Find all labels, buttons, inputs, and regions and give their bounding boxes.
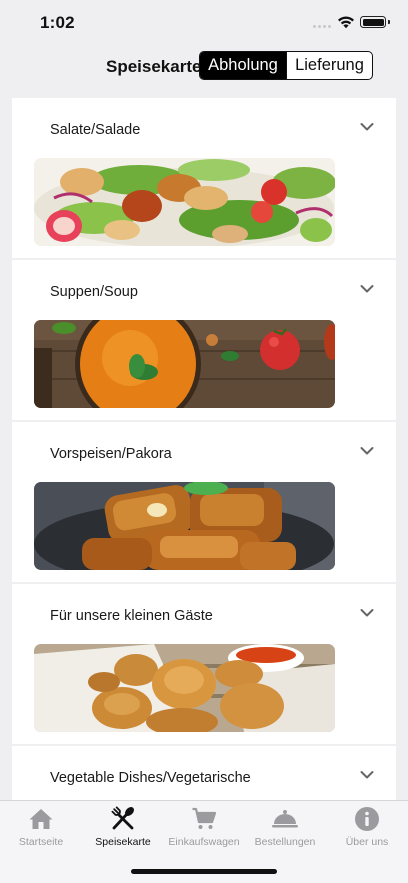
- chevron-down-icon[interactable]: [360, 446, 374, 456]
- category-card-kids[interactable]: Für unsere kleinen Gäste: [12, 584, 396, 744]
- tab-label: Speisekarte: [95, 836, 151, 848]
- salad-image: [34, 158, 335, 246]
- cellular-signal-icon: [313, 23, 333, 28]
- tab-menu[interactable]: Speisekarte: [82, 801, 164, 855]
- category-title: Salate/Salade: [50, 122, 141, 138]
- tab-about[interactable]: Über uns: [326, 801, 408, 855]
- info-icon: [355, 807, 379, 831]
- cloche-icon: [272, 810, 298, 828]
- tab-label: Über uns: [345, 836, 389, 848]
- chevron-down-icon[interactable]: [360, 284, 374, 294]
- battery-icon: [360, 16, 390, 28]
- category-card-vegetarian[interactable]: Vegetable Dishes/Vegetarische: [12, 746, 396, 800]
- category-title: Für unsere kleinen Gäste: [50, 608, 213, 624]
- chevron-down-icon[interactable]: [360, 608, 374, 618]
- cart-icon: [192, 807, 217, 829]
- status-bar: 1:02: [0, 0, 408, 44]
- home-indicator[interactable]: [131, 869, 277, 874]
- navigation-bar: Speisekarte Abholung Lieferung: [0, 44, 408, 88]
- home-icon: [29, 809, 53, 829]
- category-card-salads[interactable]: Salate/Salade: [12, 98, 396, 258]
- chevron-down-icon[interactable]: [360, 770, 374, 780]
- cutlery-icon: [111, 806, 134, 830]
- chevron-down-icon[interactable]: [360, 122, 374, 132]
- nuggets-image: [34, 644, 335, 732]
- tab-cart[interactable]: Einkaufswagen: [163, 801, 245, 855]
- status-time: 1:02: [40, 13, 75, 32]
- tab-label: Startseite: [18, 836, 64, 848]
- order-type-segmented-control: Abholung Lieferung: [199, 51, 373, 80]
- tab-label: Bestellungen: [254, 836, 316, 848]
- category-card-starters[interactable]: Vorspeisen/Pakora: [12, 422, 396, 582]
- tab-label: Einkaufswagen: [168, 836, 240, 848]
- menu-category-list[interactable]: Salate/Salade Suppen/Soup Vorspeisen/Pak…: [12, 98, 396, 800]
- category-title: Vorspeisen/Pakora: [50, 446, 172, 462]
- segment-pickup[interactable]: Abholung: [200, 52, 286, 79]
- tab-orders[interactable]: Bestellungen: [244, 801, 326, 855]
- tab-home[interactable]: Startseite: [0, 801, 82, 855]
- segment-delivery[interactable]: Lieferung: [286, 52, 372, 79]
- pakora-image: [34, 482, 335, 570]
- category-card-soups[interactable]: Suppen/Soup: [12, 260, 396, 420]
- category-title: Vegetable Dishes/Vegetarische: [50, 770, 251, 786]
- soup-image: [34, 320, 335, 408]
- page-title: Speisekarte: [106, 57, 202, 76]
- wifi-icon: [338, 16, 354, 29]
- category-title: Suppen/Soup: [50, 284, 138, 300]
